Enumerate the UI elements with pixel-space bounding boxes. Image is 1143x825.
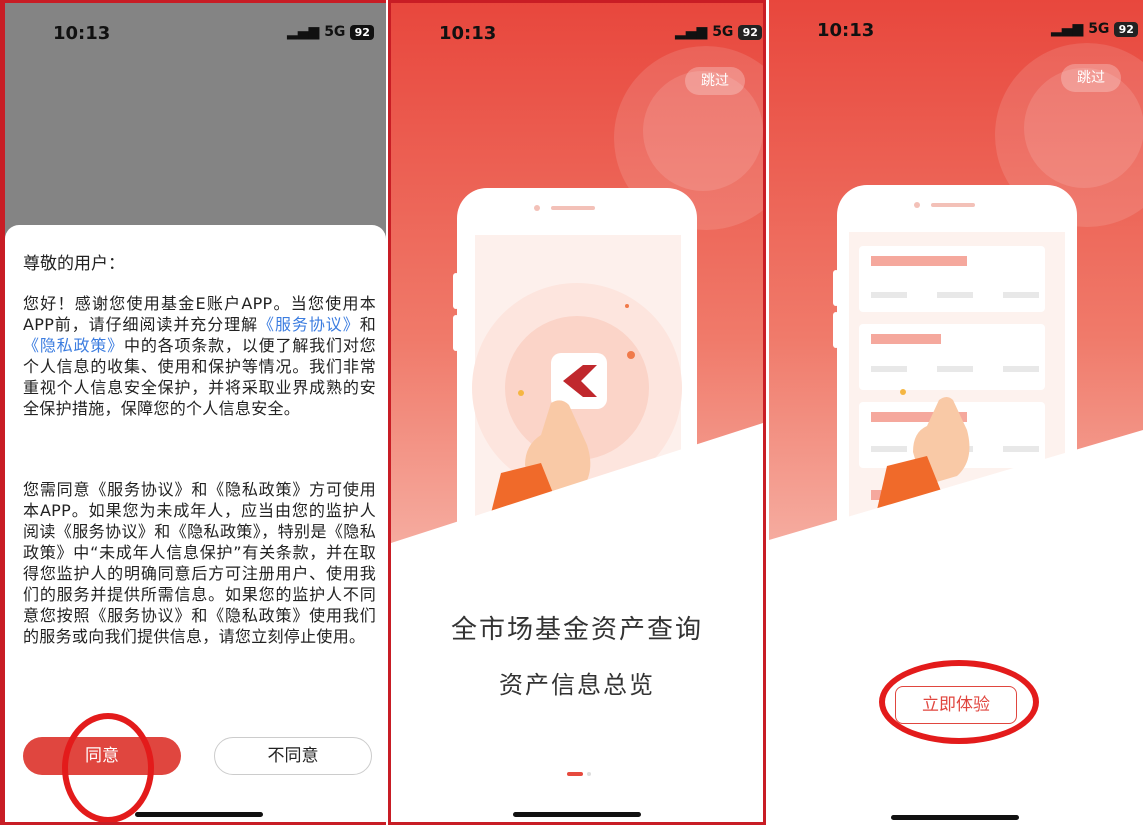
white-wedge [769, 430, 1143, 825]
battery-icon: 92 [1114, 21, 1139, 37]
signal-bars-icon: ▂▄▆ [287, 24, 320, 40]
disagree-button[interactable]: 不同意 [214, 737, 372, 775]
signal-indicator: ▂▄▆ 5G 92 [287, 24, 375, 40]
signal-indicator: ▂▄▆ 5G 92 [1051, 21, 1139, 37]
home-indicator [513, 812, 641, 817]
signal-bars-icon: ▂▄▆ [675, 24, 708, 40]
phone-camera [914, 202, 920, 208]
phone-side-button-2 [833, 312, 839, 348]
list-card-1 [859, 246, 1045, 312]
phone-side-button [833, 270, 839, 306]
network-type: 5G [324, 24, 346, 40]
battery-icon: 92 [738, 24, 763, 40]
privacy-sheet: 尊敬的用户： 您好！感谢您使用基金E账户APP。当您使用本APP前，请仔细阅读并… [5, 225, 386, 822]
phone-speaker [931, 203, 975, 207]
status-bar: 10:13 ▂▄▆ 5G 92 [769, 0, 1143, 41]
phone-side-button [453, 273, 459, 309]
onboarding-screen-2: 10:13 ▂▄▆ 5G 92 跳过 立即体验 [769, 0, 1143, 825]
status-bar: 10:13 ▂▄▆ 5G 92 [5, 3, 386, 44]
signal-indicator: ▂▄▆ 5G 92 [675, 24, 763, 40]
phone-camera [534, 205, 540, 211]
dialog-paragraph-1: 您好！感谢您使用基金E账户APP。当您使用本APP前，请仔细阅读并充分理解《服务… [23, 293, 376, 419]
status-time: 10:13 [53, 23, 111, 44]
page-indicator [567, 763, 591, 782]
status-time: 10:13 [439, 23, 497, 44]
list-card-2 [859, 324, 1045, 390]
battery-icon: 92 [350, 24, 375, 40]
service-agreement-link[interactable]: 《服务协议》 [258, 315, 360, 334]
home-indicator [891, 815, 1019, 820]
phone-speaker [551, 206, 595, 210]
onboarding-screen-1: 10:13 ▂▄▆ 5G 92 跳过 全市场基金资产查询 资产信息总览 [388, 0, 766, 825]
skip-button[interactable]: 跳过 [1061, 64, 1121, 92]
network-type: 5G [712, 24, 734, 40]
decor-dot-3 [625, 304, 629, 308]
privacy-dialog-screen: 10:13 ▂▄▆ 5G 92 尊敬的用户： 您好！感谢您使用基金E账户APP。… [0, 0, 386, 825]
home-indicator [135, 812, 263, 817]
paragraph-1-text-b: 和 [359, 315, 376, 334]
annotation-circle [879, 660, 1039, 744]
phone-side-button-2 [453, 315, 459, 351]
page-dot-active [567, 771, 583, 776]
privacy-policy-link[interactable]: 《隐私政策》 [23, 336, 124, 355]
onboarding-headline: 全市场基金资产查询 [450, 615, 703, 645]
onboarding-subline: 资产信息总览 [499, 671, 655, 699]
decor-dot-2 [518, 390, 524, 396]
dialog-greeting: 尊敬的用户： [23, 254, 125, 274]
network-type: 5G [1088, 21, 1110, 37]
skip-button[interactable]: 跳过 [685, 67, 745, 95]
annotation-circle [62, 713, 154, 822]
decor-dot-1 [627, 351, 635, 359]
page-dot [587, 771, 591, 776]
signal-bars-icon: ▂▄▆ [1051, 21, 1084, 37]
dialog-paragraph-2: 您需同意《服务协议》和《隐私政策》方可使用本APP。如果您为未成年人，应当由您的… [23, 480, 376, 646]
status-time: 10:13 [817, 20, 875, 41]
decor-dot [900, 389, 906, 395]
status-bar: 10:13 ▂▄▆ 5G 92 [391, 3, 763, 44]
